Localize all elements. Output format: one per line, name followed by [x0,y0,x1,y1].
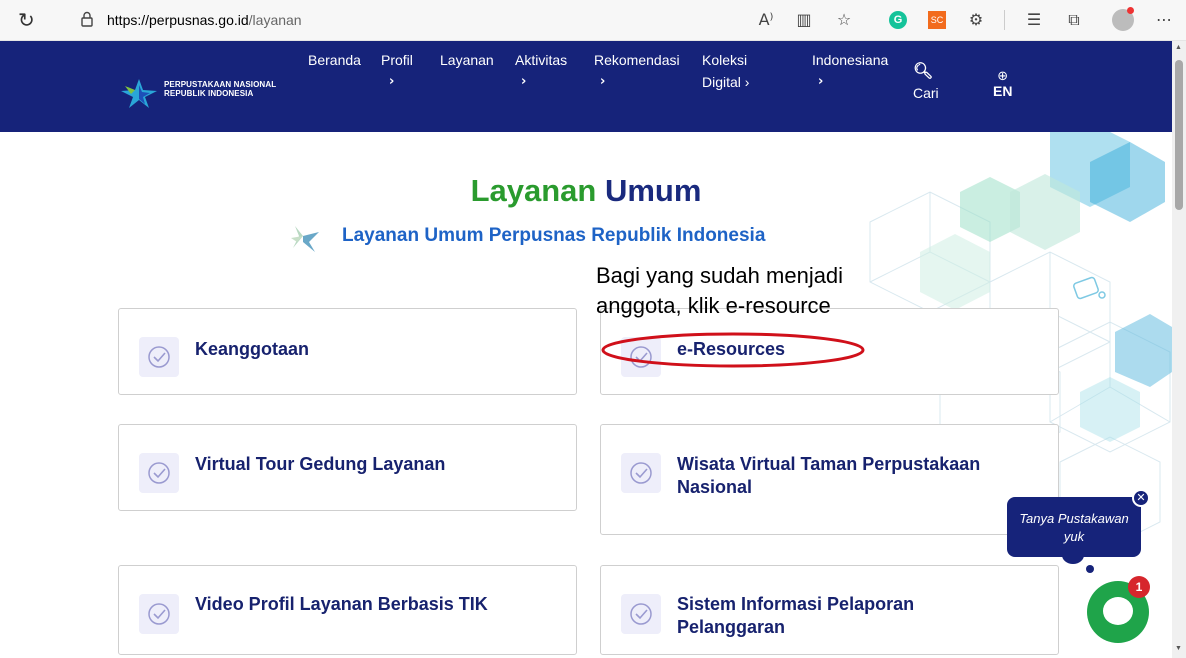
nav-koleksi-label: Koleksi [702,52,748,68]
chat-bubble-tail-dot [1086,565,1094,573]
more-menu-icon[interactable]: ⋯ [1153,9,1175,31]
check-circle-icon [621,594,661,634]
nav-rekomendasi[interactable]: Rekomendasi › [594,49,680,93]
scroll-up-arrow-icon[interactable]: ▲ [1175,44,1182,51]
nav-aktivitas-label: Aktivitas [515,52,568,68]
chat-prompt-line-2: yuk [1063,529,1085,544]
grammarly-extension-icon[interactable]: G [889,11,907,29]
service-card-video-profil[interactable]: Video Profil Layanan Berbasis TIK [118,565,577,655]
chevron-right-icon: › [521,74,527,89]
search-icon: 🔍︎ [913,61,934,80]
annotation-highlight-ellipse [601,332,865,368]
nav-indonesiana[interactable]: Indonesiana › [812,49,888,93]
logo-line-2: REPUBLIK INDONESIA [164,89,254,98]
service-card-keanggotaan[interactable]: Keanggotaan [118,308,577,395]
sc-extension-icon[interactable]: SC [928,11,946,29]
nav-beranda-label: Beranda [308,52,361,68]
chevron-right-icon: › [818,74,824,89]
card-title: Sistem Informasi Pelaporan Pelanggaran [677,594,915,637]
profile-notification-dot [1127,7,1134,14]
chevron-right-icon: › [600,74,606,89]
scrollbar-thumb[interactable] [1175,60,1183,210]
favorite-star-icon[interactable]: ☆ [833,9,855,31]
page-title-layanan: Layanan [470,173,597,208]
url-host: https://perpusnas.go.id [107,12,249,28]
nav-beranda[interactable]: Beranda [308,49,361,71]
annotation-line-2: anggota, klik e-resource [596,293,831,318]
reader-view-icon[interactable]: ▥ [793,9,815,31]
nav-profil[interactable]: Profil › [381,49,413,93]
check-circle-icon [621,453,661,493]
close-icon[interactable]: ✕ [1132,489,1150,507]
chat-icon [1103,597,1133,625]
card-title: Video Profil Layanan Berbasis TIK [195,594,488,614]
nav-koleksi-digital-label: Digital › [702,74,750,90]
toolbar-divider [1004,10,1005,30]
logo-line-1: PERPUSTAKAAN NASIONAL [164,80,277,89]
collections-icon[interactable]: ⧉ [1063,9,1085,31]
globe-icon: ⊕ [997,69,1009,84]
check-circle-icon [139,337,179,377]
page-subtitle: Layanan Umum Perpusnas Republik Indonesi… [342,225,766,246]
service-card-sistem-informasi[interactable]: Sistem Informasi Pelaporan Pelanggaran [600,565,1059,655]
chevron-right-icon: › [389,74,395,89]
read-aloud-icon[interactable]: A⁾ [755,9,777,31]
nav-rekomendasi-label: Rekomendasi [594,52,680,68]
star-ornament-icon [291,226,319,252]
chat-bubble-tail [1062,546,1084,564]
perpusnas-logo-star-icon[interactable] [119,77,159,109]
nav-profil-label: Profil [381,52,413,68]
annotation-line-1: Bagi yang sudah menjadi [596,263,844,288]
nav-aktivitas[interactable]: Aktivitas › [515,49,567,93]
page-title-umum: Umum [604,173,702,208]
browser-toolbar: ↻ https://perpusnas.go.id/layanan A⁾ ▥ ☆… [0,0,1186,41]
scroll-down-arrow-icon[interactable]: ▼ [1175,645,1182,652]
favorites-list-icon[interactable]: ☰ [1023,9,1045,31]
nav-koleksi-digital[interactable]: Koleksi Digital › [702,49,749,93]
nav-indonesiana-label: Indonesiana [812,52,889,68]
card-title: Wisata Virtual Taman Perpustakaan Nasion… [677,454,981,497]
service-card-wisata-virtual[interactable]: Wisata Virtual Taman Perpustakaan Nasion… [600,424,1059,535]
lock-icon[interactable] [80,11,94,27]
chat-prompt-line-1: Tanya Pustakawan [1019,511,1129,526]
site-logo-text[interactable]: PERPUSTAKAAN NASIONAL REPUBLIK INDONESIA [164,80,276,98]
nav-layanan-label: Layanan [440,52,494,68]
nav-search[interactable]: 🔍︎ Cari [913,60,939,104]
language-label: EN [993,83,1013,99]
address-bar[interactable]: https://perpusnas.go.id/layanan [107,12,302,28]
annotation-text: Bagi yang sudah menjadi anggota, klik e-… [596,261,843,321]
nav-search-label: Cari [913,85,939,101]
check-circle-icon [139,453,179,493]
card-title: Virtual Tour Gedung Layanan [195,454,446,474]
language-switch[interactable]: ⊕ EN [993,69,1013,99]
chat-unread-badge: 1 [1128,576,1150,598]
service-card-virtual-tour[interactable]: Virtual Tour Gedung Layanan [118,424,577,511]
nav-layanan[interactable]: Layanan [440,49,494,71]
url-path: /layanan [248,12,302,28]
check-circle-icon [139,594,179,634]
refresh-icon[interactable]: ↻ [18,8,42,32]
page-title: Layanan Umum [0,173,1172,209]
extensions-icon[interactable]: ⚙ [965,9,987,31]
card-title: Keanggotaan [195,339,310,359]
